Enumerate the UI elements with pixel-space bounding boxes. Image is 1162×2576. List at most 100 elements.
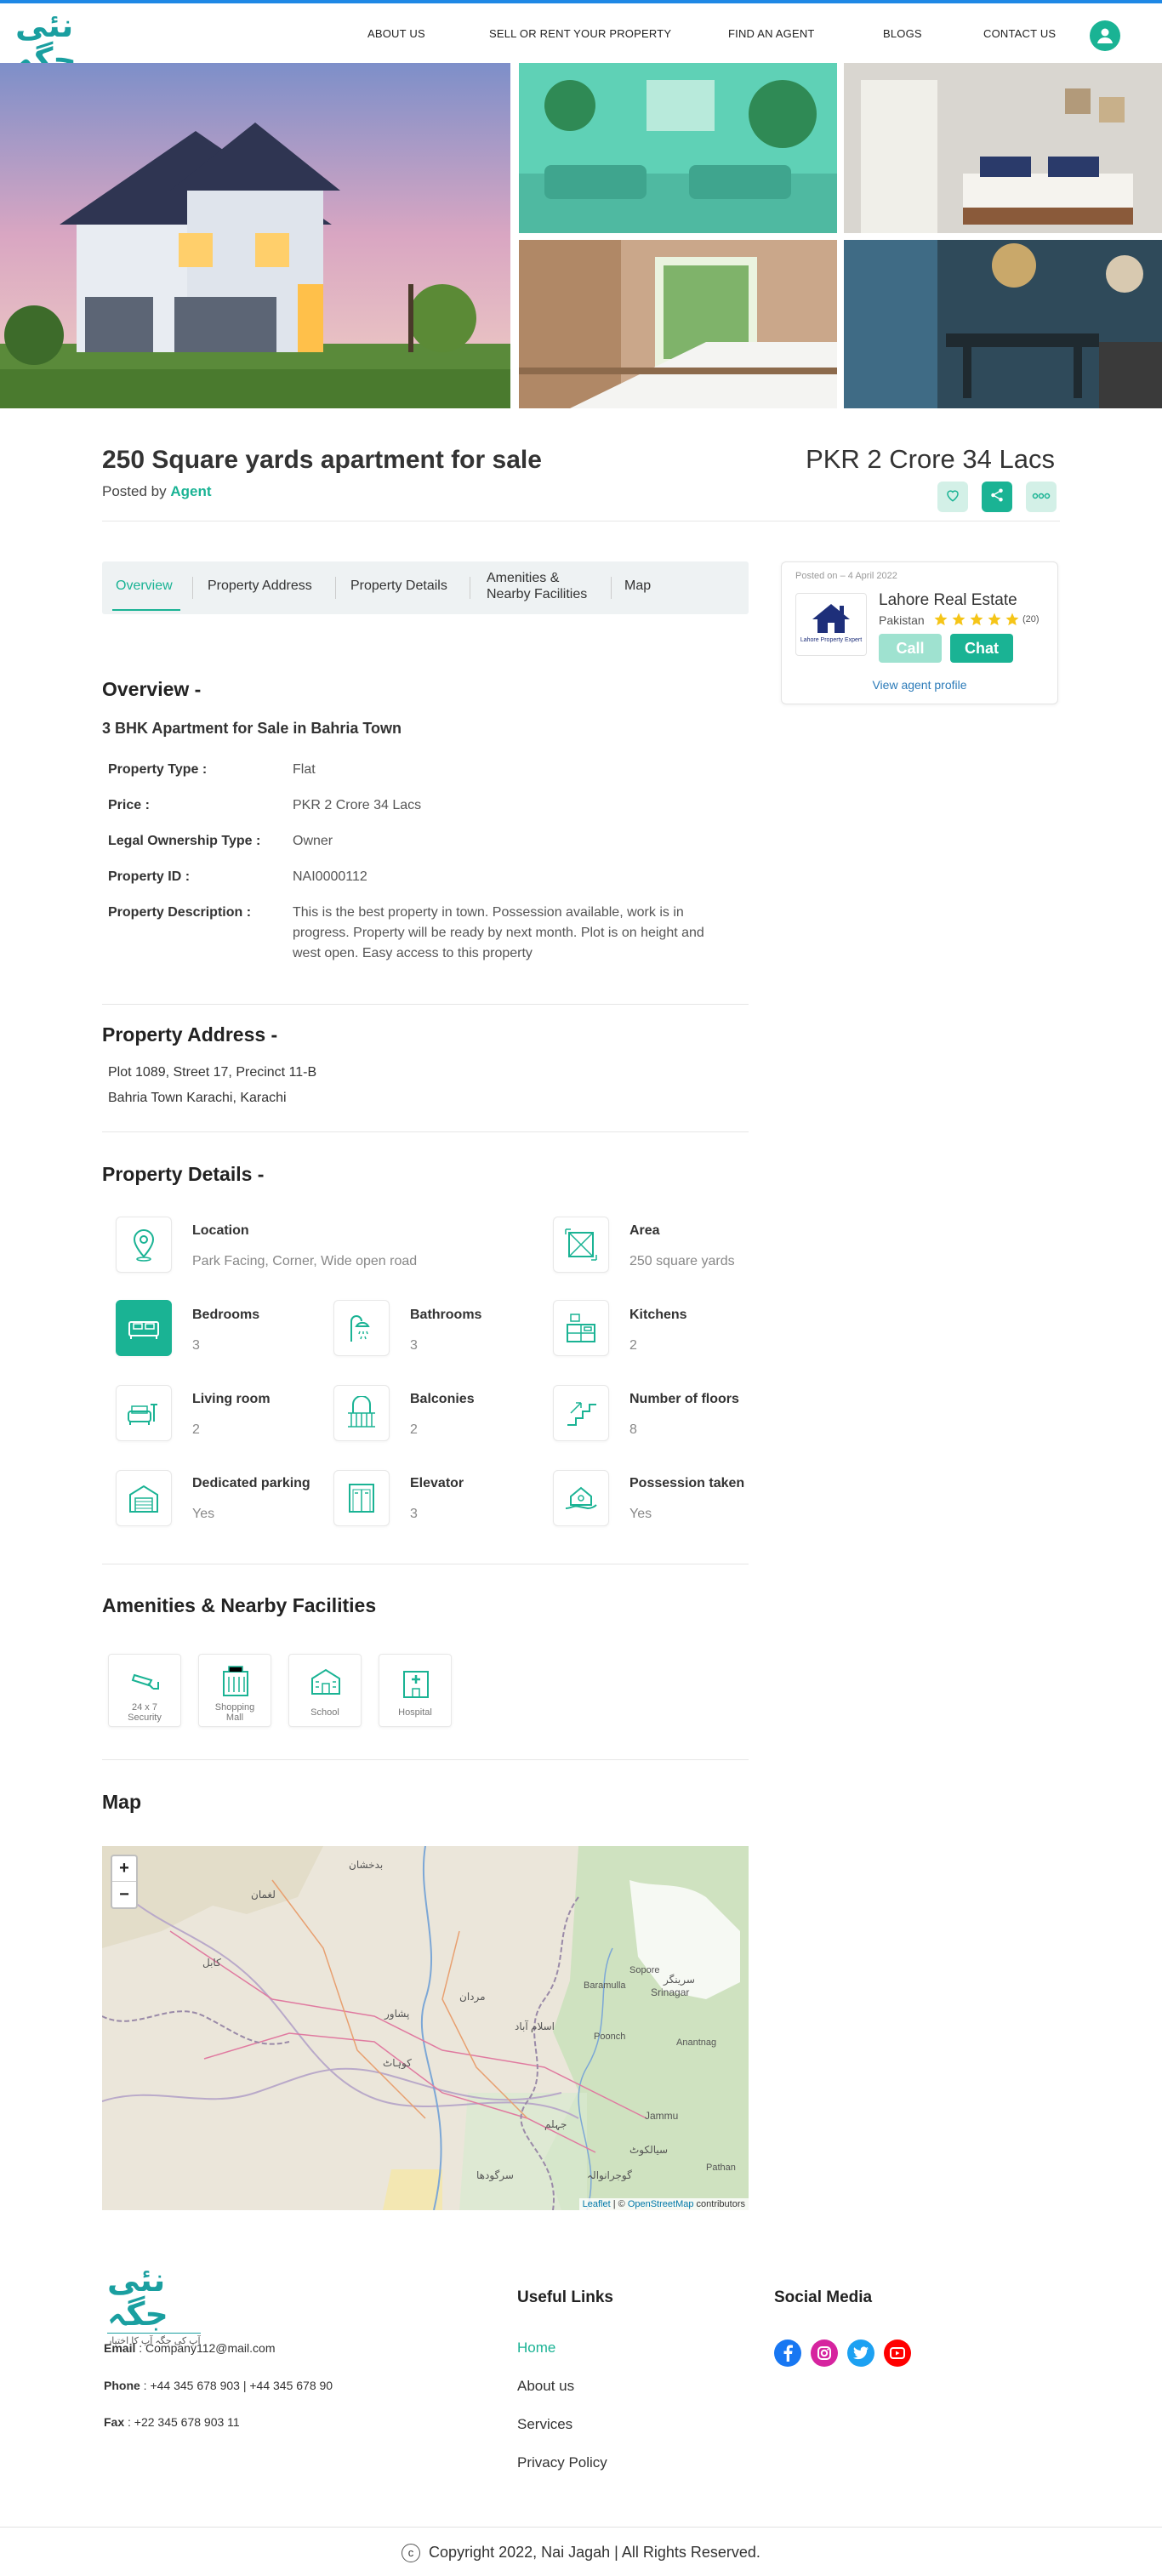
copyright: c Copyright 2022, Nai Jagah | All Rights … [0,2544,1162,2563]
favorite-button[interactable] [937,482,968,512]
kitchen-icon [553,1300,609,1356]
ownership-label: Legal Ownership Type : [108,834,261,848]
nav-find-agent[interactable]: FIND AN AGENT [728,27,815,40]
user-account-icon[interactable] [1090,20,1120,51]
footer-phone: Phone : +44 345 678 903 | +44 345 678 90 [104,2379,333,2392]
more-options-button[interactable] [1026,482,1057,512]
share-button[interactable] [982,482,1012,512]
property-id-label: Property ID : [108,869,191,884]
section-tabs: Overview Property Address Property Detai… [102,561,749,614]
instagram-icon[interactable] [811,2339,838,2367]
description-label: Property Description : [108,905,252,920]
posted-by-agent-link[interactable]: Agent [170,483,211,499]
bedrooms-label: Bedrooms [192,1308,260,1322]
twitter-icon[interactable] [847,2339,874,2367]
map-attribution: Leaflet | © OpenStreetMap contributors [578,2198,749,2210]
parking-value: Yes [192,1507,215,1521]
amenity-shopping-mall[interactable]: Shopping Mall [198,1654,271,1727]
gallery-photo-house[interactable] [0,63,510,408]
star-icon [987,612,1002,631]
listing-title: 250 Square yards apartment for sale [102,446,542,474]
property-type-label: Property Type : [108,762,208,777]
tab-separator [611,577,612,599]
balconies-value: 2 [410,1422,418,1437]
gallery-photo-kitchen[interactable] [519,240,837,408]
nav-about-us[interactable]: ABOUT US [367,27,425,40]
footer-link-privacy[interactable]: Privacy Policy [517,2454,607,2471]
map-label: سرینگر [664,1974,695,1986]
youtube-icon[interactable] [884,2339,911,2367]
map-label: بدخشان [349,1859,384,1871]
email-value[interactable]: : Company112@mail.com [135,2341,275,2355]
bedrooms-value: 3 [192,1338,200,1353]
amenity-hospital[interactable]: Hospital [379,1654,452,1727]
agent-rating: (20) [933,612,1040,631]
footer-logo-text: نئی جگہ [107,2261,168,2333]
bathrooms-value: 3 [410,1338,418,1353]
share-icon [989,487,1005,507]
area-icon [553,1217,609,1273]
map-label: Pathan [706,2163,736,2173]
star-icon [951,612,966,631]
amenity-school-label: School [310,1707,339,1718]
call-button[interactable]: Call [879,634,942,663]
address-heading: Property Address - [102,1023,278,1046]
amenity-school[interactable]: School [288,1654,362,1727]
agent-name[interactable]: Lahore Real Estate [879,591,1017,610]
attr-separator: | © [610,2199,628,2209]
kitchens-label: Kitchens [629,1308,687,1322]
gallery-photo-living-room[interactable] [519,63,837,233]
map-zoom-control: + − [111,1855,138,1909]
agent-posted-on: Posted on – 4 April 2022 [795,571,897,581]
shower-icon [333,1300,390,1356]
photo-gallery [0,63,1162,412]
agent-logo-caption: Lahore Property Expert [800,637,863,643]
tab-property-address[interactable]: Property Address [208,578,312,594]
gallery-photo-dining[interactable] [844,240,1162,408]
site-logo[interactable]: نئی جگہ آپ کی جگہ آپ کا اختیار [15,9,134,92]
footer-link-home[interactable]: Home [517,2339,555,2357]
phone-value[interactable]: : +44 345 678 903 | +44 345 678 90 [140,2379,333,2392]
divider [102,1004,749,1005]
openstreetmap-link[interactable]: OpenStreetMap [628,2199,694,2209]
fax-value: : +22 345 678 903 11 [124,2415,240,2429]
map-label: اسلام آباد [515,2020,555,2032]
map-zoom-in-button[interactable]: + [112,1856,136,1882]
amenity-security[interactable]: 24 x 7 Security [108,1654,181,1727]
footer-email: Email : Company112@mail.com [104,2341,275,2355]
agent-logo[interactable]: Lahore Property Expert [795,593,867,656]
map-label: جہلم [544,2118,567,2130]
footer-logo[interactable]: نئی جگہ آپ کی جگہ آپ کا اختیار [107,2263,226,2346]
tab-map[interactable]: Map [624,578,651,594]
map-label: کوہاٹ [383,2057,412,2069]
footer-link-about[interactable]: About us [517,2378,574,2395]
tab-property-details[interactable]: Property Details [350,578,447,594]
possession-icon [553,1470,609,1526]
tab-overview[interactable]: Overview [116,578,173,594]
footer-fax: Fax : +22 345 678 903 11 [104,2415,240,2429]
map-label: Baramulla [584,1980,626,1991]
nav-contact-us[interactable]: CONTACT US [983,27,1056,40]
nav-sell-or-rent[interactable]: SELL OR RENT YOUR PROPERTY [489,27,671,40]
kitchens-value: 2 [629,1338,637,1353]
leaflet-link[interactable]: Leaflet [583,2199,611,2209]
location-map[interactable]: کابل پشاور اسلام آباد سرینگر Srinagar Ja… [102,1846,749,2210]
map-label: سرگودھا [476,2169,514,2181]
posted-by-prefix: Posted by [102,483,167,499]
map-label: سیالکوٹ [629,2144,669,2156]
footer-link-services[interactable]: Services [517,2416,572,2433]
tab-amenities[interactable]: Amenities & Nearby Facilities [487,570,587,602]
map-zoom-out-button[interactable]: − [112,1882,136,1907]
nav-blogs[interactable]: BLOGS [883,27,922,40]
map-label: Poonch [594,2032,626,2042]
mall-icon [220,1663,251,1701]
stairs-icon [553,1385,609,1441]
gallery-photo-bedroom[interactable] [844,63,1162,233]
chat-button[interactable]: Chat [950,634,1013,663]
review-count: (20) [1022,614,1040,624]
possession-label: Possession taken [629,1476,745,1490]
facebook-icon[interactable] [774,2339,801,2367]
map-label: مردان [459,1991,486,2003]
view-agent-profile-link[interactable]: View agent profile [782,678,1057,692]
details-heading: Property Details - [102,1163,265,1185]
